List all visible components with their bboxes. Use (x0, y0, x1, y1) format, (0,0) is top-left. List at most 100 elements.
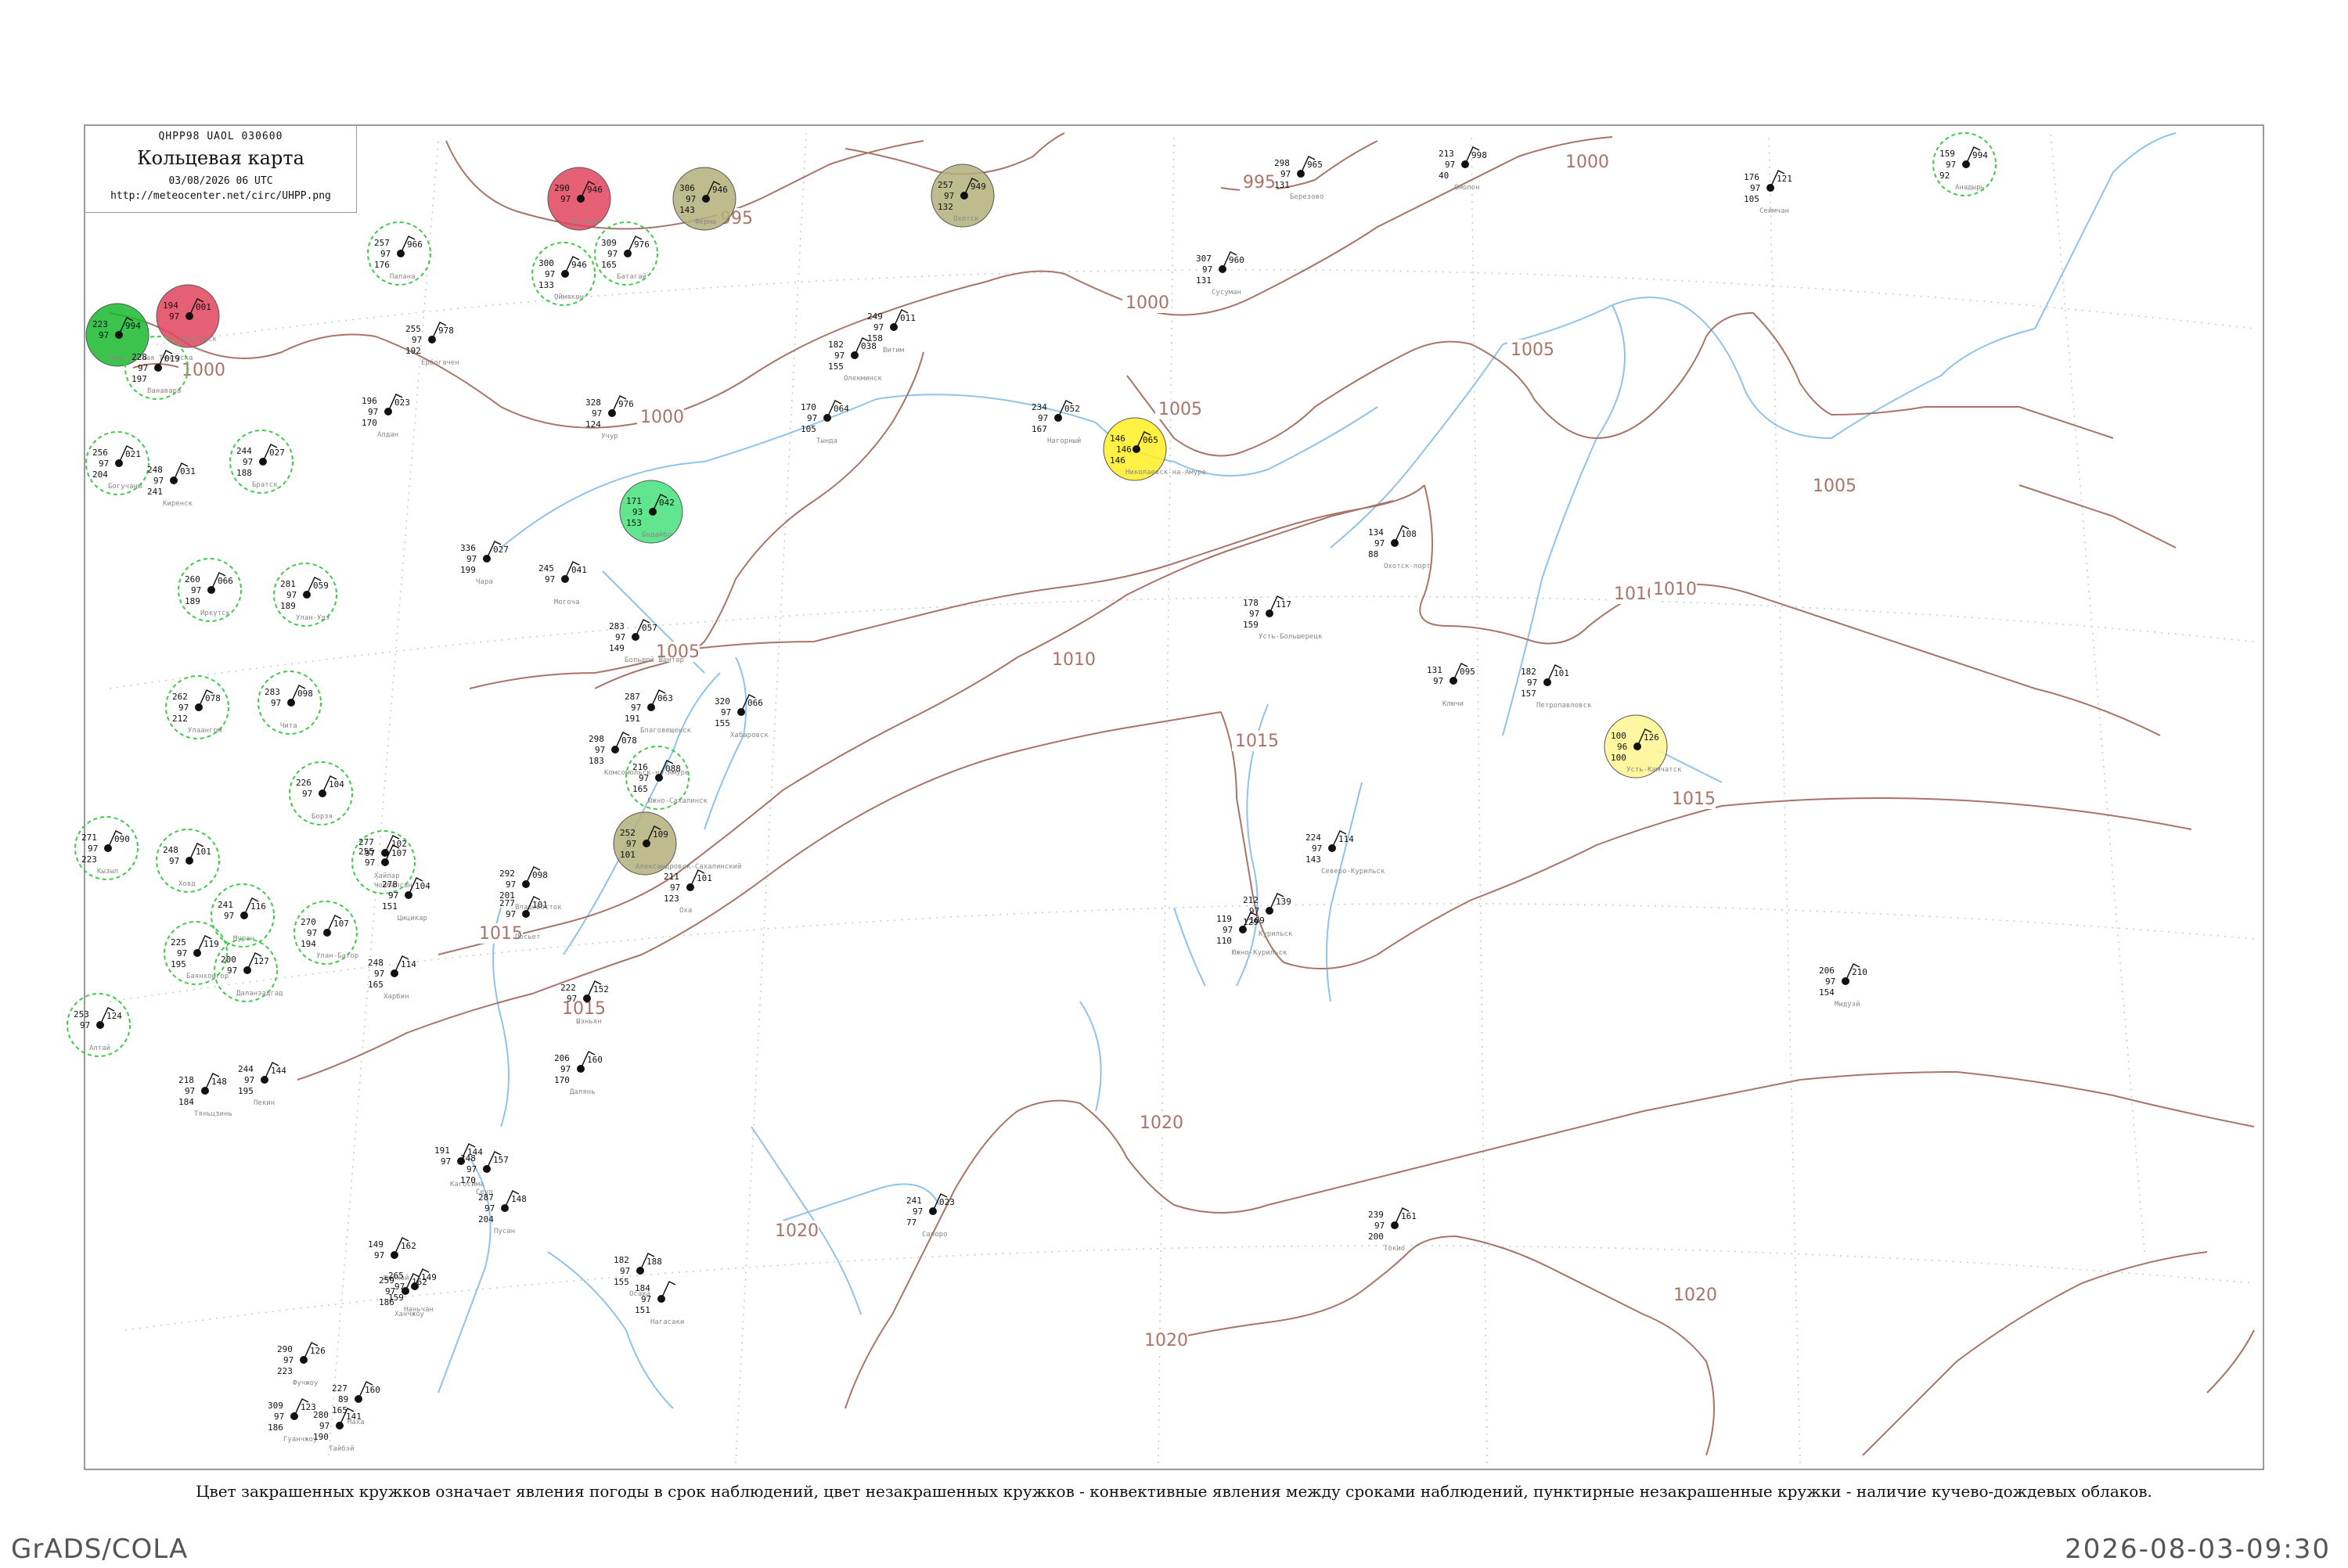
station-marker[interactable]: 17193 042 153Бодайбо (619, 480, 683, 544)
station-visibility: 170 (362, 418, 377, 428)
station-pressure: 027 (493, 545, 509, 555)
station-cloud-dot (397, 250, 405, 257)
station-name: Сусуман (1212, 289, 1241, 297)
station-dewpoint: 146 (1116, 444, 1132, 455)
station-temperature: 182 (828, 340, 844, 350)
station-visibility: 189 (185, 596, 200, 606)
station-visibility: 165 (332, 1405, 348, 1415)
station-visibility: 204 (92, 469, 108, 480)
station-temperature: 234 (1032, 402, 1047, 412)
station-dewpoint: 97 (567, 994, 577, 1004)
station-pressure: 101 (196, 847, 211, 857)
station-dewpoint: 97 (1946, 160, 1956, 170)
station-marker[interactable]: 25797 949 132Охотск (931, 164, 995, 228)
station-dewpoint: 97 (484, 1203, 495, 1214)
station-visibility: 157 (1521, 689, 1536, 699)
station-pressure: 019 (164, 354, 180, 364)
station-visibility: 190 (313, 1432, 329, 1442)
station-dewpoint: 97 (466, 554, 477, 564)
station-name: Бодайбо (642, 530, 672, 539)
station-pressure: 126 (1644, 732, 1659, 743)
station-name: Охотск (953, 215, 979, 223)
isobar-label: 1010 (1052, 650, 1096, 670)
station-dewpoint: 97 (88, 843, 98, 854)
station-temperature: 170 (801, 402, 816, 412)
station-dewpoint: 97 (1280, 169, 1291, 179)
station-temperature: 283 (609, 621, 625, 631)
station-temperature: 226 (296, 778, 312, 788)
station-temperature: 178 (1243, 598, 1259, 608)
station-dewpoint: 97 (631, 703, 641, 713)
station-name: Оха (679, 907, 692, 915)
station-dewpoint: 97 (380, 249, 391, 259)
station-name: Наха (348, 1419, 365, 1426)
station-temperature: 149 (368, 1239, 384, 1250)
station-visibility: 131 (1274, 180, 1290, 190)
station-pressure: 114 (1338, 834, 1354, 844)
station-dewpoint: 97 (1750, 183, 1760, 193)
station-marker[interactable]: 30697 946 143Ферма (672, 167, 736, 231)
station-name: Ербогачен (421, 358, 459, 367)
source-url[interactable]: http://meteocenter.net/circ/UHPP.png (85, 190, 356, 202)
isobar-label: 1020 (775, 1221, 819, 1241)
station-dewpoint: 97 (1223, 925, 1233, 935)
station-temperature: 244 (236, 446, 252, 456)
station-dewpoint: 97 (80, 1020, 90, 1030)
station-dewpoint: 97 (394, 1282, 405, 1292)
station-temperature: 255 (405, 324, 421, 334)
station-name: Учур (601, 433, 618, 441)
station-pressure: 144 (271, 1066, 286, 1076)
station-pressure: 090 (114, 834, 130, 844)
station-marker[interactable]: 29097 946 Хатанга (547, 167, 611, 231)
station-dewpoint: 97 (944, 191, 954, 201)
station-visibility: 143 (1305, 854, 1321, 865)
station-dewpoint: 97 (286, 590, 297, 600)
station-pressure: 098 (297, 689, 313, 699)
station-pressure: 107 (333, 919, 349, 929)
station-name: Тяньцзинь (194, 1110, 232, 1118)
station-visibility: 124 (585, 419, 601, 430)
station-pressure: 078 (621, 735, 637, 746)
station-name: Николаевск-на-Амуре (1125, 469, 1206, 477)
station-temperature: 270 (301, 917, 316, 927)
station-pressure: 107 (391, 848, 407, 858)
station-visibility: 133 (538, 280, 554, 290)
station-pressure: 057 (642, 623, 657, 633)
station-pressure: 121 (1777, 174, 1792, 184)
station-name: Анадырь (1955, 184, 1985, 192)
station-pressure: 126 (310, 1346, 326, 1356)
station-name: Баянхонгор (186, 973, 229, 980)
station-pressure: 994 (125, 321, 141, 331)
station-dewpoint: 97 (1202, 264, 1212, 275)
station-visibility: 40 (1439, 171, 1449, 181)
station-name: Братск (252, 481, 278, 489)
station-name: Улан-Удэ (296, 614, 330, 622)
station-pressure: 946 (712, 185, 728, 195)
station-name: Омолон (1454, 184, 1480, 192)
station-name: Шэньян (576, 1018, 602, 1026)
station-temperature: 222 (560, 983, 576, 993)
station-pressure: 965 (1307, 160, 1323, 170)
station-name: Палана (390, 273, 416, 281)
station-dewpoint: 97 (1374, 1221, 1385, 1231)
station-name: Пусан (494, 1228, 515, 1235)
station-temperature: 271 (81, 833, 97, 843)
station-temperature: 277 (499, 898, 515, 908)
station-temperature: 309 (268, 1401, 283, 1411)
bulletin-code: QHPP98 UAOL 030600 (158, 131, 283, 142)
station-temperature: 252 (620, 828, 636, 838)
station-temperature: 182 (1521, 667, 1536, 677)
station-visibility: 155 (715, 718, 730, 728)
station-visibility: 151 (382, 901, 398, 912)
station-dewpoint: 97 (243, 457, 253, 467)
station-dewpoint: 97 (873, 322, 884, 333)
station-visibility: 170 (554, 1075, 570, 1085)
station-dewpoint: 97 (592, 408, 602, 419)
station-dewpoint: 97 (99, 330, 109, 340)
isobar-label: 1010 (1653, 580, 1697, 599)
station-dewpoint: 97 (374, 969, 384, 979)
station-temperature: 256 (92, 448, 108, 458)
station-visibility: 183 (589, 756, 604, 766)
station-dewpoint: 97 (153, 476, 164, 486)
isobar-label: 1020 (1140, 1113, 1183, 1133)
